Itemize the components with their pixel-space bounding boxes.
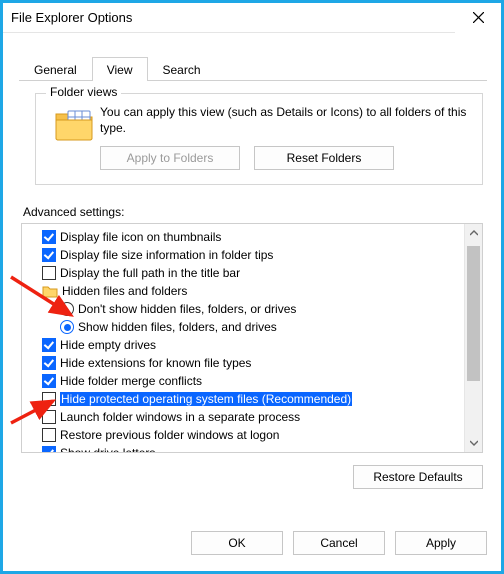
tab-general[interactable]: General	[19, 57, 92, 81]
groupbox-legend: Folder views	[46, 85, 121, 99]
checkbox-unchecked-icon[interactable]	[42, 266, 56, 280]
list-item[interactable]: Hide extensions for known file types	[28, 354, 460, 372]
cancel-button[interactable]: Cancel	[293, 531, 385, 555]
checkbox-checked-icon[interactable]	[42, 374, 56, 388]
item-label: Launch folder windows in a separate proc…	[60, 410, 300, 424]
scroll-down-button[interactable]	[465, 434, 482, 452]
advanced-settings-label: Advanced settings:	[23, 205, 483, 219]
item-label: Show drive letters	[60, 446, 155, 452]
item-label: Display the full path in the title bar	[60, 266, 240, 280]
dialog-button-row: OK Cancel Apply	[3, 525, 501, 571]
item-label: Display file size information in folder …	[60, 248, 273, 262]
folder-views-desc: You can apply this view (such as Details…	[100, 102, 470, 146]
scrollbar[interactable]	[464, 224, 482, 452]
radio-unchecked-icon[interactable]	[60, 302, 74, 316]
advanced-settings-list: Display file icon on thumbnails Display …	[22, 224, 464, 452]
list-item[interactable]: Show hidden files, folders, and drives	[28, 318, 460, 336]
list-item[interactable]: Display file size information in folder …	[28, 246, 460, 264]
radio-checked-icon[interactable]	[60, 320, 74, 334]
checkbox-checked-icon[interactable]	[42, 356, 56, 370]
list-item[interactable]: Display the full path in the title bar	[28, 264, 460, 282]
apply-to-folders-button[interactable]: Apply to Folders	[100, 146, 240, 170]
folder-views-group: Folder views You can apply this view (su…	[35, 93, 483, 185]
list-item[interactable]: Don't show hidden files, folders, or dri…	[28, 300, 460, 318]
close-icon	[473, 12, 484, 23]
list-item[interactable]: Display file icon on thumbnails	[28, 228, 460, 246]
scroll-thumb[interactable]	[467, 246, 480, 380]
ok-button[interactable]: OK	[191, 531, 283, 555]
tab-search[interactable]: Search	[148, 57, 216, 81]
checkbox-unchecked-icon[interactable]	[42, 428, 56, 442]
list-item[interactable]: Hide folder merge conflicts	[28, 372, 460, 390]
tab-content-view: Folder views You can apply this view (su…	[3, 81, 501, 489]
list-item-hide-protected[interactable]: Hide protected operating system files (R…	[28, 390, 460, 408]
item-label: Hide folder merge conflicts	[60, 374, 202, 388]
item-label: Hidden files and folders	[62, 284, 187, 298]
checkbox-checked-icon[interactable]	[42, 248, 56, 262]
tab-row: General View Search	[3, 33, 501, 81]
item-label: Hide extensions for known file types	[60, 356, 251, 370]
reset-folders-button[interactable]: Reset Folders	[254, 146, 394, 170]
tab-view[interactable]: View	[92, 57, 148, 81]
dialog-window: File Explorer Options General View Searc…	[0, 0, 504, 574]
folder-views-icon	[48, 102, 100, 146]
list-item[interactable]: Restore previous folder windows at logon	[28, 426, 460, 444]
checkbox-checked-icon[interactable]	[42, 230, 56, 244]
list-item[interactable]: Launch folder windows in a separate proc…	[28, 408, 460, 426]
window-title: File Explorer Options	[11, 10, 455, 25]
restore-defaults-button[interactable]: Restore Defaults	[353, 465, 483, 489]
scroll-track[interactable]	[465, 242, 482, 434]
item-label: Restore previous folder windows at logon	[60, 428, 279, 442]
advanced-settings-box: Display file icon on thumbnails Display …	[21, 223, 483, 453]
item-label-selected: Hide protected operating system files (R…	[60, 392, 352, 406]
checkbox-unchecked-icon[interactable]	[42, 392, 56, 406]
item-label: Hide empty drives	[60, 338, 156, 352]
item-label: Don't show hidden files, folders, or dri…	[78, 302, 296, 316]
checkbox-checked-icon[interactable]	[42, 338, 56, 352]
close-button[interactable]	[455, 3, 501, 33]
item-label: Show hidden files, folders, and drives	[78, 320, 277, 334]
chevron-down-icon	[470, 440, 478, 446]
item-label: Display file icon on thumbnails	[60, 230, 221, 244]
folder-icon	[42, 284, 58, 298]
list-item: Hidden files and folders	[28, 282, 460, 300]
checkbox-checked-icon[interactable]	[42, 446, 56, 452]
list-item[interactable]: Hide empty drives	[28, 336, 460, 354]
apply-button[interactable]: Apply	[395, 531, 487, 555]
list-item[interactable]: Show drive letters	[28, 444, 460, 452]
checkbox-unchecked-icon[interactable]	[42, 410, 56, 424]
titlebar: File Explorer Options	[3, 3, 501, 33]
scroll-up-button[interactable]	[465, 224, 482, 242]
chevron-up-icon	[470, 230, 478, 236]
